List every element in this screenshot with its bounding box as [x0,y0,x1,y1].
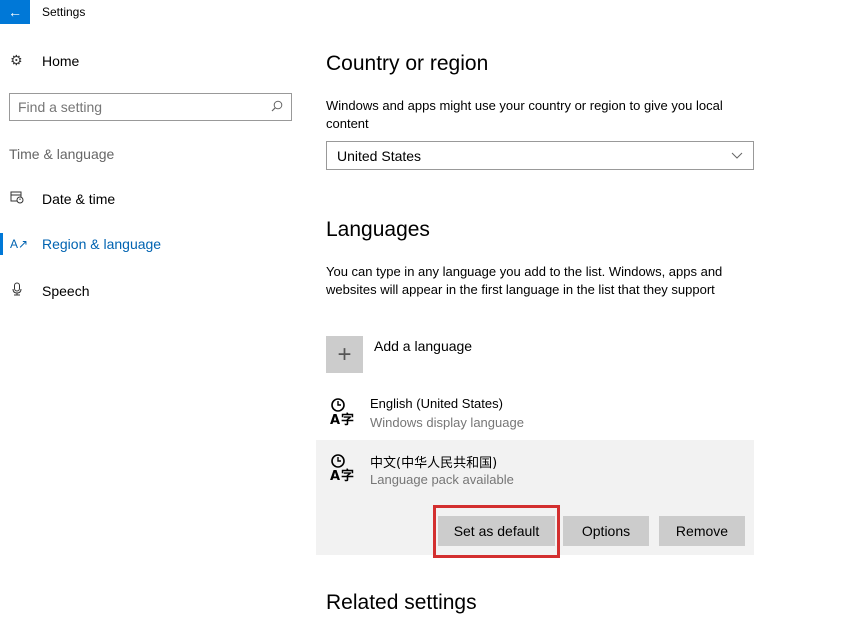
sidebar-item-region-language[interactable]: A↗ Region & language [10,236,161,252]
language-icon: A字 [328,396,358,428]
search-placeholder: Find a setting [18,99,103,115]
sidebar-item-date-time[interactable]: Date & time [10,190,115,207]
sidebar-item-label: Speech [42,282,90,299]
search-icon [271,100,283,115]
back-button[interactable]: ← [0,0,30,24]
language-status: Windows display language [370,415,524,430]
svg-text:字: 字 [341,412,354,426]
add-language-button[interactable]: + [326,336,363,373]
svg-text:A: A [330,413,340,426]
calendar-clock-icon [10,190,30,207]
languages-heading: Languages [326,218,430,241]
microphone-icon [10,282,30,299]
sidebar-item-label: Date & time [42,190,116,207]
country-description: Windows and apps might use your country … [326,98,723,131]
active-indicator [0,233,3,255]
plus-icon: + [337,340,352,368]
options-button[interactable]: Options [563,516,649,546]
sidebar-item-label: Region & language [42,236,162,252]
related-settings-heading: Related settings [326,591,477,614]
nav-home[interactable]: ⚙ Home [10,52,79,69]
add-language-label[interactable]: Add a language [374,338,472,354]
sidebar-item-speech[interactable]: Speech [10,282,89,299]
language-name: 中文(中华人民共和国) [370,456,498,471]
country-select[interactable]: United States [326,141,754,170]
search-input[interactable]: Find a setting [9,93,292,121]
languages-description: You can type in any language you add to … [326,264,723,297]
nav-home-label: Home [42,52,80,69]
highlight-box [433,505,560,558]
remove-button[interactable]: Remove [659,516,745,546]
title-bar: ← Settings [0,0,865,24]
language-status: Language pack available [370,472,514,487]
svg-text:字: 字 [341,468,354,482]
country-heading: Country or region [326,52,489,75]
country-selected-value: United States [337,147,422,164]
svg-text:A: A [330,469,340,482]
chevron-down-icon [731,149,743,163]
section-label: Time & language [9,146,115,162]
language-icon: A字 [328,452,358,484]
window-title: Settings [42,5,86,19]
language-item-english[interactable]: A字 English (United States) Windows displ… [326,390,754,436]
gear-icon: ⚙ [10,52,23,68]
back-arrow-icon: ← [8,4,22,20]
region-language-icon: A↗ [10,237,29,251]
language-name: English (United States) [370,396,503,411]
